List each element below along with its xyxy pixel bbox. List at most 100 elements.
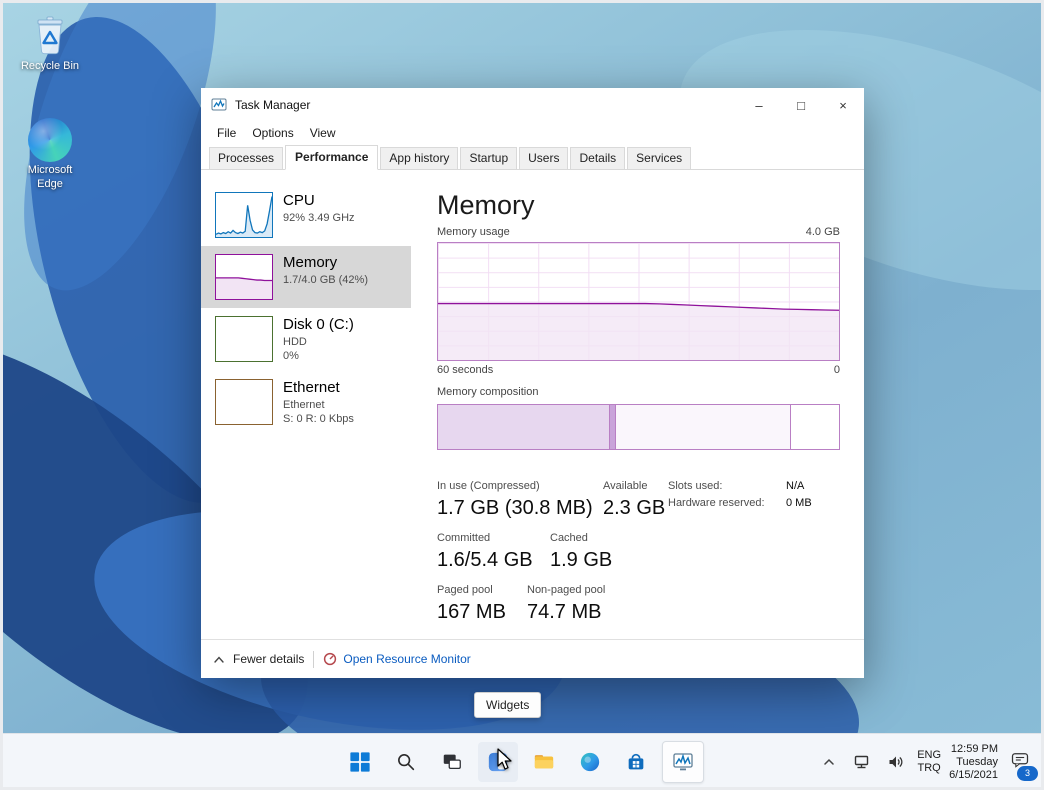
task-manager-app-icon [211,97,227,113]
file-explorer-icon [534,755,554,769]
disk-detail-1: HDD [283,335,307,348]
sidebar-item-cpu[interactable]: CPU 92% 3.49 GHz [201,184,411,246]
taskbar-task-manager-button[interactable] [662,741,704,783]
tab-performance[interactable]: Performance [285,145,379,170]
recycle-bin-icon[interactable]: Recycle Bin [17,14,83,74]
minimize-button[interactable]: – [738,88,780,122]
notification-badge: 3 [1017,765,1038,781]
tab-startup[interactable]: Startup [460,147,518,169]
tab-services[interactable]: Services [627,147,692,169]
open-resource-monitor-link[interactable]: Open Resource Monitor [323,652,471,666]
tab-users[interactable]: Users [519,147,569,169]
non-paged-pool-label: Non-paged pool [527,584,606,596]
clock[interactable]: 12:59 PM Tuesday 6/15/2021 [949,743,998,782]
ethernet-detail-1: Ethernet [283,399,325,412]
paged-pool-value: 167 MB [437,601,506,623]
memory-panel: Memory Memory usage 4.0 GB 60 seconds 0 … [411,170,864,639]
network-button[interactable] [849,749,875,775]
taskbar-search-button[interactable] [386,742,426,782]
cpu-detail: 92% 3.49 GHz [283,211,355,224]
ethernet-mini-graph [215,379,273,426]
volume-button[interactable] [883,749,909,775]
memory-composition-caption: Memory composition [437,386,539,398]
memory-mini-graph [215,254,273,300]
x-axis-left-label: 60 seconds [437,364,494,376]
taskbar-widgets-button[interactable] [478,742,518,782]
desktop: Recycle Bin Microsoft Edge Task Manager … [0,0,1044,790]
composition-segment-free [790,405,839,449]
taskbar-store-button[interactable] [616,742,656,782]
disk-mini-graph [215,316,273,362]
language-selector[interactable]: ENG TRQ [917,749,941,775]
edge-label: Microsoft Edge [27,164,73,190]
notifications-button[interactable]: 3 [1006,746,1038,781]
recycle-bin-label: Recycle Bin [20,60,80,72]
memory-scale-max: 4.0 GB [805,226,840,238]
composition-segment-in-use [438,405,611,449]
search-icon [398,754,415,771]
tab-strip: Processes Performance App history Startu… [201,144,864,170]
disk-detail-2: 0% [283,350,299,363]
footer-divider [313,650,315,668]
sidebar-item-memory[interactable]: Memory 1.7/4.0 GB (42%) [201,246,411,308]
clock-time: 12:59 PM [950,742,998,755]
task-manager-icon [673,753,693,771]
taskbar-edge-button[interactable] [570,742,610,782]
resource-monitor-icon [324,652,337,666]
speaker-icon [889,756,903,768]
fewer-details-label: Fewer details [233,652,305,666]
x-axis-right-label: 0 [833,364,840,376]
tray-expand-button[interactable] [817,750,841,774]
window-footer: Fewer details Open Resource Monitor [201,639,864,678]
cached-label: Cached [550,532,588,544]
clock-weekday: Tuesday [956,755,998,768]
microsoft-store-icon [628,753,644,770]
sidebar-item-disk[interactable]: Disk 0 (C:) HDD 0% [201,308,411,371]
memory-stats: In use (Compressed) 1.7 GB (30.8 MB) Ava… [437,480,840,624]
chevron-up-icon [824,758,834,765]
sidebar-item-ethernet[interactable]: Ethernet Ethernet S: 0 R: 0 Kbps [201,371,411,434]
window-title: Task Manager [235,98,311,112]
disk-title: Disk 0 (C:) [283,316,354,333]
taskbar-file-explorer-button[interactable] [524,742,564,782]
committed-value: 1.6/5.4 GB [437,549,533,571]
memory-detail: 1.7/4.0 GB (42%) [283,273,368,286]
close-button[interactable]: × [822,88,864,122]
ethernet-network-icon [855,755,869,769]
fewer-details-toggle[interactable]: Fewer details [213,652,304,666]
cpu-title: CPU [283,192,315,209]
memory-usage-caption: Memory usage [437,226,510,238]
menu-options[interactable]: Options [244,124,301,142]
tab-processes[interactable]: Processes [209,147,284,169]
composition-segment-standby [616,405,791,449]
tab-app-history[interactable]: App history [380,147,459,169]
chevron-up-icon [214,655,224,663]
hardware-reserved-value: 0 MB [786,497,812,509]
menu-bar: File Options View [201,122,864,144]
memory-composition-bar [437,404,840,450]
taskbar: ENG TRQ 12:59 PM Tuesday 6/15/2021 3 [0,733,1044,790]
taskbar-task-view-button[interactable] [432,742,472,782]
menu-file[interactable]: File [209,124,244,142]
window-titlebar[interactable]: Task Manager – □ × [201,88,864,122]
language-line-1: ENG [917,749,942,761]
microsoft-edge-icon[interactable]: Microsoft Edge [17,118,83,192]
menu-view[interactable]: View [302,124,344,142]
task-view-icon [443,754,461,770]
cpu-mini-graph [215,192,273,238]
windows-start-icon [350,752,370,772]
in-use-label: In use (Compressed) [437,480,540,492]
memory-title: Memory [283,254,338,271]
tab-details[interactable]: Details [570,147,626,169]
edge-icon [580,752,600,772]
hardware-reserved-label: Hardware reserved: [668,497,765,509]
available-value: 2.3 GB [603,497,666,519]
maximize-button[interactable]: □ [780,88,822,122]
slots-used-value: N/A [786,480,805,492]
committed-label: Committed [437,532,491,544]
edge-logo [28,118,72,162]
open-resource-monitor-label: Open Resource Monitor [343,652,471,666]
task-manager-window: Task Manager – □ × File Options View Pro… [201,88,864,678]
taskbar-start-button[interactable] [340,742,380,782]
available-label: Available [603,480,648,492]
